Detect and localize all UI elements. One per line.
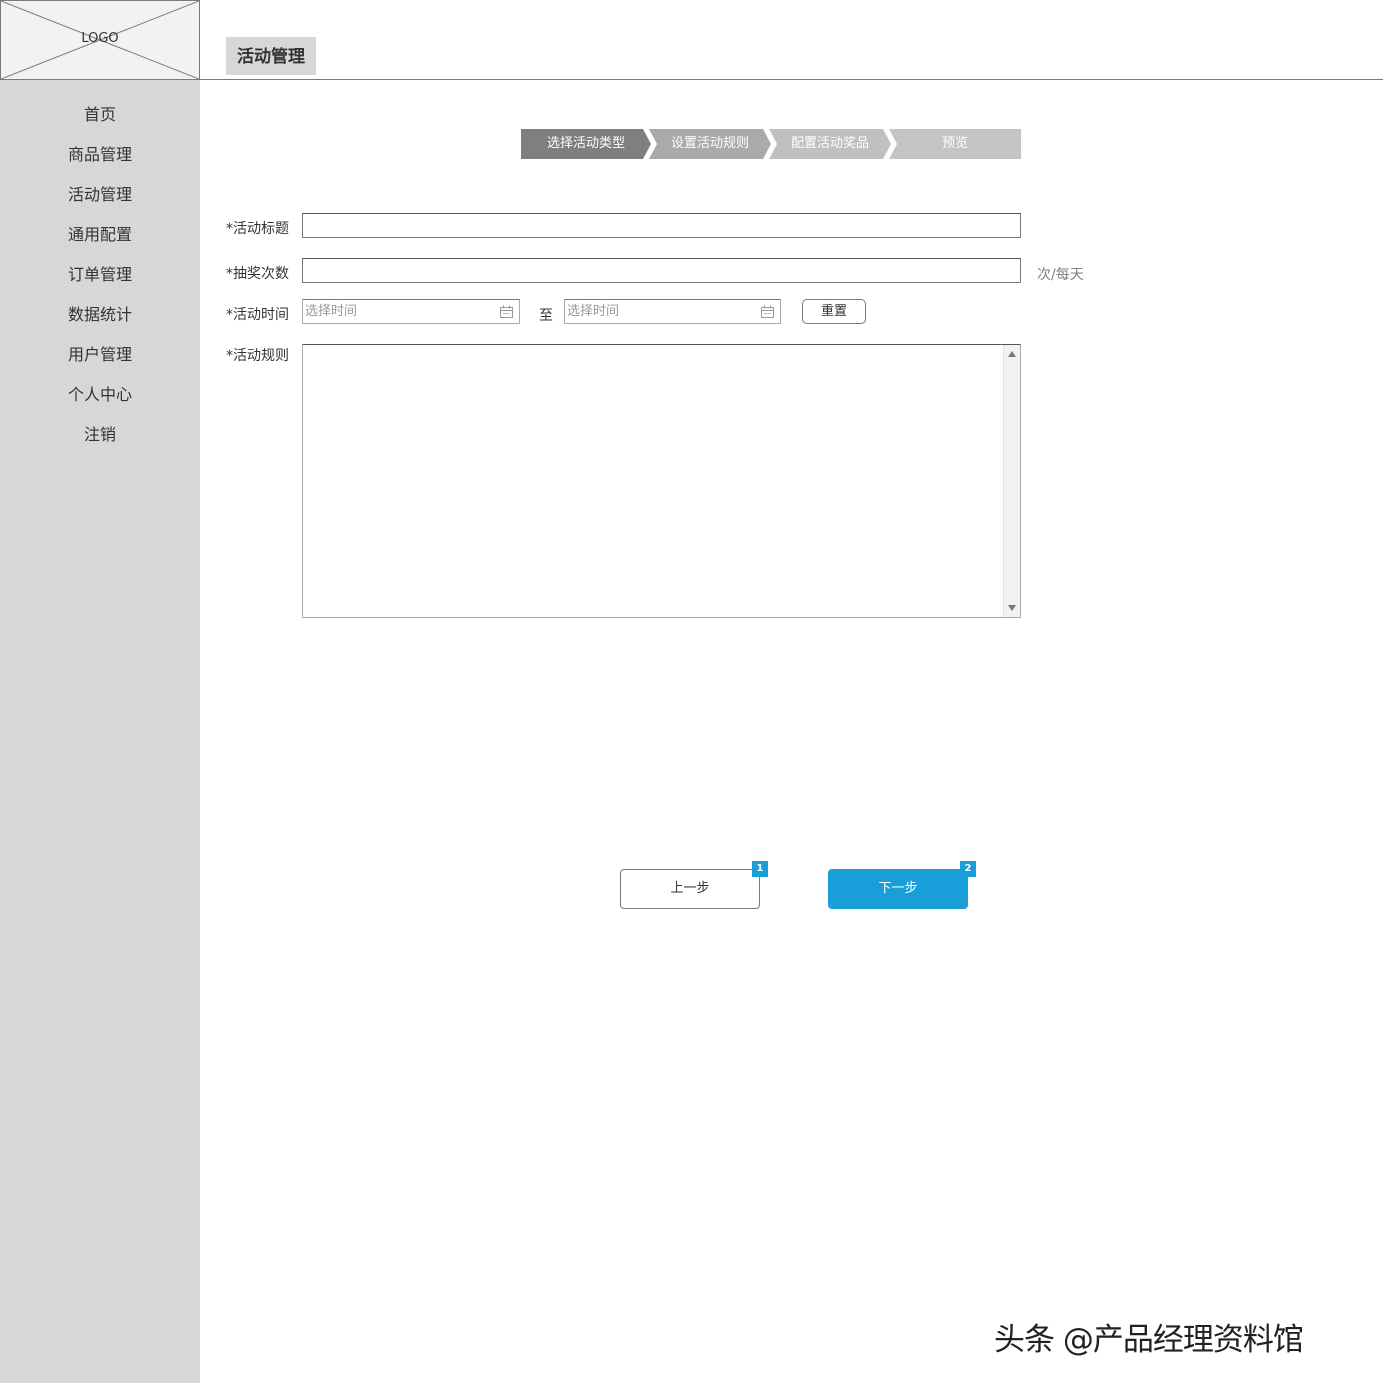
rules-label: *活动规则 [226,348,289,364]
logo-placeholder: LOGO [0,0,200,80]
sidebar-item-profile[interactable]: 个人中心 [0,375,200,415]
page-title: 活动管理 [226,37,316,75]
rules-textarea[interactable] [302,344,1021,618]
draws-input[interactable] [302,258,1021,283]
sidebar-item-logout[interactable]: 注销 [0,415,200,455]
step-set-rules[interactable]: 设置活动规则 [649,129,771,159]
rules-scrollbar[interactable] [1003,345,1020,617]
prev-annotation-badge: 1 [752,861,768,877]
step-preview[interactable]: 预览 [889,129,1021,159]
start-date-picker[interactable]: 选择时间 [302,299,520,324]
sidebar-item-users[interactable]: 用户管理 [0,335,200,375]
sidebar-item-activities[interactable]: 活动管理 [0,175,200,215]
sidebar-item-statistics[interactable]: 数据统计 [0,295,200,335]
sidebar-item-orders[interactable]: 订单管理 [0,255,200,295]
draws-unit: 次/每天 [1037,267,1084,283]
draws-label: *抽奖次数 [226,266,289,282]
step-config-prizes[interactable]: 配置活动奖品 [769,129,891,159]
calendar-icon[interactable] [500,305,513,318]
step-select-type[interactable]: 选择活动类型 [521,129,651,159]
date-range-separator: 至 [539,308,553,324]
sidebar-item-products[interactable]: 商品管理 [0,135,200,175]
end-date-placeholder: 选择时间 [567,304,620,319]
end-date-picker[interactable]: 选择时间 [564,299,781,324]
sidebar: LOGO 首页 商品管理 活动管理 通用配置 订单管理 数据统计 用户管理 个人… [0,0,200,1383]
start-date-placeholder: 选择时间 [305,304,358,319]
sidebar-item-general-config[interactable]: 通用配置 [0,215,200,255]
title-input[interactable] [302,213,1021,238]
scroll-down-icon[interactable] [1008,605,1016,611]
calendar-icon[interactable] [761,305,774,318]
watermark: 头条 @产品经理资料馆 [994,1322,1304,1358]
header-divider [200,79,1383,80]
step-progress: 选择活动类型 设置活动规则 配置活动奖品 预览 [521,129,1021,159]
next-annotation-badge: 2 [960,861,976,877]
reset-button[interactable]: 重置 [802,299,866,324]
scroll-up-icon[interactable] [1008,351,1016,357]
time-label: *活动时间 [226,307,289,323]
prev-step-button[interactable]: 上一步 [620,869,760,909]
title-label: *活动标题 [226,221,289,237]
sidebar-nav: 首页 商品管理 活动管理 通用配置 订单管理 数据统计 用户管理 个人中心 注销 [0,95,200,455]
next-step-button[interactable]: 下一步 [828,869,968,909]
logo-text: LOGO [81,31,119,46]
sidebar-item-home[interactable]: 首页 [0,95,200,135]
